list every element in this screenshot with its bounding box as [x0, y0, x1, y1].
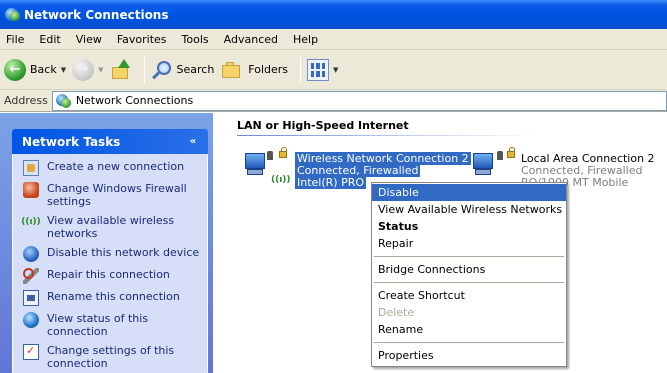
address-input[interactable]: Network Connections: [51, 90, 667, 111]
menu-item-create-shortcut[interactable]: Create Shortcut: [372, 287, 566, 304]
connection-device: Intel(R) PRO: [295, 176, 367, 189]
task-view-status[interactable]: View status of this connection: [23, 312, 203, 338]
folders-icon: [220, 59, 244, 81]
toolbar-separator: [300, 56, 302, 83]
menu-item-disable[interactable]: Disable: [372, 184, 566, 201]
menu-favorites[interactable]: Favorites: [117, 33, 167, 46]
network-connections-icon: [55, 93, 72, 109]
search-button[interactable]: Search: [151, 59, 215, 81]
menu-item-bridge[interactable]: Bridge Connections: [372, 261, 566, 278]
up-folder-icon: [110, 58, 132, 81]
menu-item-delete: Delete: [378, 306, 415, 319]
forward-arrow-icon: →: [72, 58, 95, 81]
address-value: Network Connections: [75, 94, 194, 107]
task-repair[interactable]: Repair this connection: [23, 268, 203, 284]
search-icon: [151, 59, 173, 81]
task-create-connection[interactable]: Create a new connection: [23, 160, 203, 176]
menu-item-repair[interactable]: Repair: [372, 235, 566, 252]
task-label: Repair this connection: [47, 268, 170, 281]
address-label: Address: [4, 94, 48, 107]
lan-network-icon: [467, 145, 515, 187]
network-tasks-header[interactable]: Network Tasks «: [12, 129, 208, 154]
folders-button[interactable]: Folders: [220, 59, 288, 81]
wireless-network-icon: ((ı)): [235, 145, 291, 187]
menu-separator: [374, 342, 564, 343]
wireless-icon: ((ı)): [21, 216, 41, 227]
task-label: View available wireless networks: [47, 214, 175, 240]
forward-button[interactable]: → ▼: [72, 58, 104, 81]
menu-file[interactable]: File: [6, 33, 24, 46]
menu-help[interactable]: Help: [293, 33, 318, 46]
back-label: Back: [30, 63, 57, 76]
back-button[interactable]: ← Back ▼: [4, 58, 66, 81]
new-connection-icon: [23, 160, 39, 176]
views-dropdown-icon[interactable]: ▼: [333, 66, 338, 74]
firewall-icon: [23, 182, 39, 198]
menu-advanced[interactable]: Advanced: [224, 33, 278, 46]
menu-view[interactable]: View: [76, 33, 102, 46]
task-label: View status of this connection: [47, 312, 149, 338]
task-label: Disable this network device: [47, 246, 200, 259]
menu-tools[interactable]: Tools: [182, 33, 209, 46]
repair-icon: [23, 268, 39, 284]
search-label: Search: [176, 63, 215, 76]
status-icon: [23, 312, 39, 328]
menu-separator: [374, 256, 564, 257]
collapse-chevron-icon[interactable]: «: [186, 135, 200, 149]
title-bar[interactable]: Network Connections: [0, 0, 667, 29]
views-icon: [307, 58, 330, 81]
network-tasks-list: Create a new connection Change Windows F…: [12, 154, 208, 373]
group-header: LAN or High-Speed Internet: [237, 119, 537, 136]
task-disable-device[interactable]: Disable this network device: [23, 246, 203, 262]
window-title: Network Connections: [24, 7, 169, 22]
rename-icon: [23, 290, 39, 306]
network-tasks-panel: Network Tasks « Create a new connection …: [12, 129, 208, 373]
disable-device-icon: [23, 246, 39, 262]
back-dropdown-icon[interactable]: ▼: [61, 66, 66, 74]
context-menu: Disable View Available Wireless Networks…: [371, 182, 567, 367]
task-view-wireless[interactable]: ((ı)) View available wireless networks: [21, 214, 203, 240]
menu-bar: File Edit View Favorites Tools Advanced …: [0, 29, 667, 50]
toolbar: ← Back ▼ → ▼ Search Folders ▼: [0, 50, 667, 90]
task-change-settings[interactable]: Change settings of this connection: [23, 344, 203, 370]
menu-item-properties[interactable]: Properties: [372, 347, 566, 364]
menu-edit[interactable]: Edit: [39, 33, 60, 46]
up-folder-button[interactable]: [110, 58, 132, 81]
task-change-firewall[interactable]: Change Windows Firewall settings: [23, 182, 203, 208]
back-arrow-icon: ←: [4, 58, 26, 81]
menu-item-status[interactable]: Status: [372, 218, 566, 235]
menu-item-rename[interactable]: Rename: [372, 321, 566, 338]
views-button[interactable]: ▼: [307, 58, 338, 81]
task-label: Change settings of this connection: [47, 344, 175, 370]
folders-label: Folders: [248, 63, 289, 76]
task-label: Change Windows Firewall settings: [47, 182, 187, 208]
network-tasks-title: Network Tasks: [22, 134, 121, 149]
settings-icon: [23, 344, 39, 360]
menu-separator: [374, 282, 564, 283]
address-bar: Address Network Connections: [0, 90, 667, 112]
task-pane: Network Tasks « Create a new connection …: [0, 113, 213, 373]
task-label: Create a new connection: [47, 160, 185, 173]
task-label: Rename this connection: [47, 290, 180, 303]
menu-item-view-wireless[interactable]: View Available Wireless Networks: [372, 201, 566, 218]
forward-dropdown-icon[interactable]: ▼: [98, 66, 103, 74]
task-rename[interactable]: Rename this connection: [23, 290, 203, 306]
toolbar-separator: [143, 56, 145, 83]
network-connections-icon: [4, 7, 20, 23]
